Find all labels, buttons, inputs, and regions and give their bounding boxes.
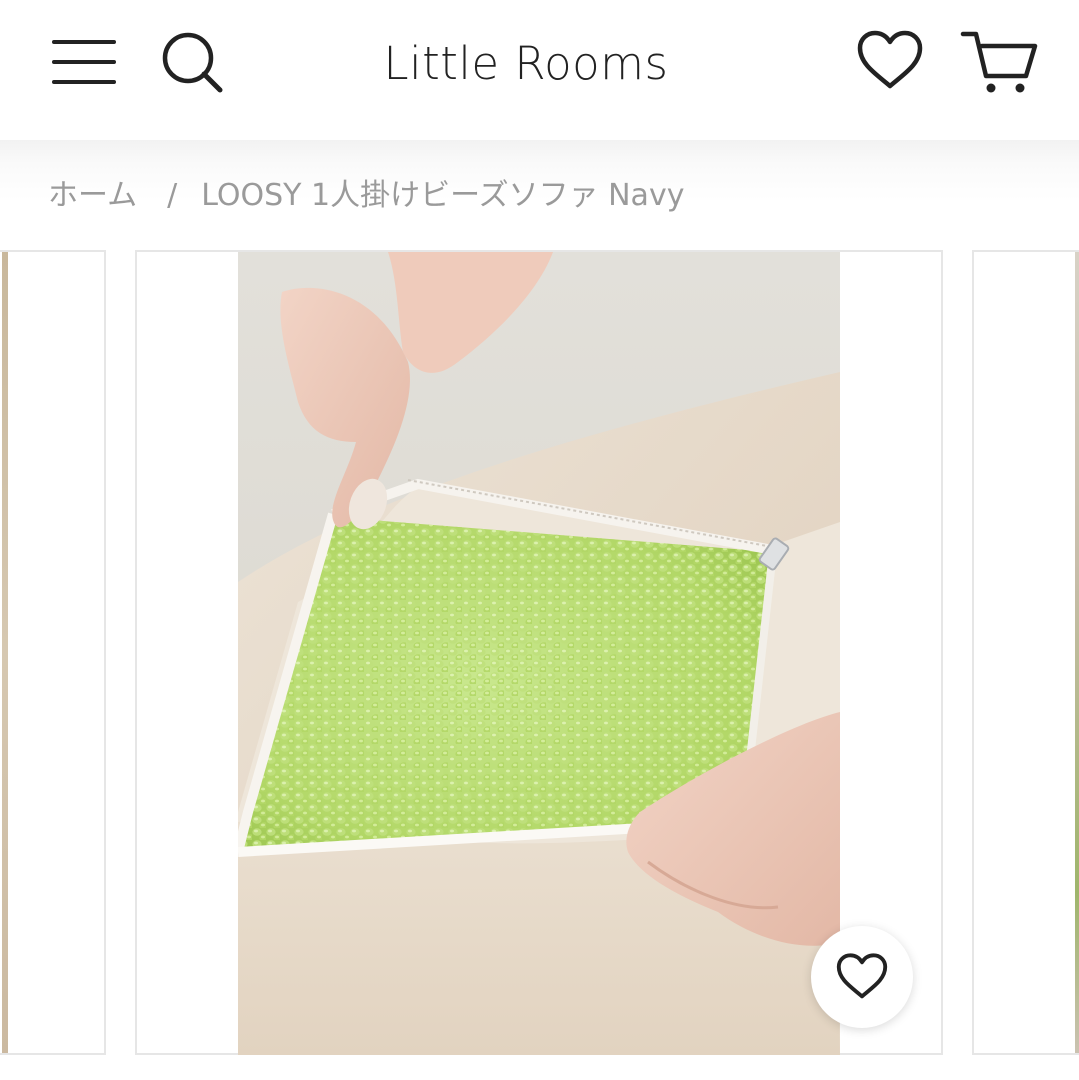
heart-icon (836, 953, 888, 999)
site-header: Little Rooms (0, 0, 1079, 140)
site-logo[interactable]: Little Rooms (300, 36, 752, 92)
product-photo (238, 252, 840, 1055)
next-image-edge (1075, 252, 1079, 1053)
breadcrumb: ホーム / LOOSY 1人掛けビーズソファ Navy (48, 174, 684, 218)
gallery-slide-previous[interactable] (0, 250, 106, 1055)
product-photo-beads-filling (238, 252, 840, 1055)
cart-icon[interactable] (960, 28, 1040, 96)
breadcrumb-separator: / (167, 178, 178, 213)
breadcrumb-current: LOOSY 1人掛けビーズソファ Navy (201, 178, 685, 213)
gallery-slide-next[interactable] (972, 250, 1079, 1055)
favorite-button[interactable] (811, 926, 913, 1028)
breadcrumb-home-link[interactable]: ホーム (48, 178, 137, 213)
hamburger-menu-icon[interactable] (52, 38, 118, 86)
heart-icon[interactable] (856, 30, 924, 92)
search-icon[interactable] (160, 30, 224, 94)
previous-image-edge (2, 252, 8, 1053)
